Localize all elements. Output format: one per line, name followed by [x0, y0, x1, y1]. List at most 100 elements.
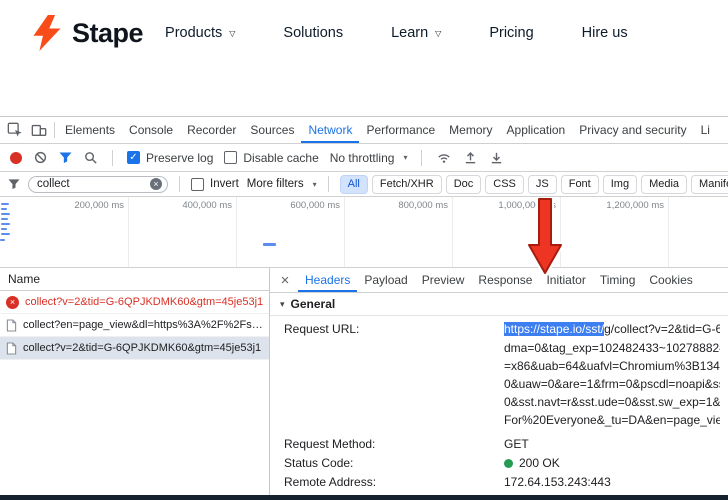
status-code-text: 200 OK [519, 456, 560, 470]
site-header: Stape Products ▽ Solutions Learn ▽ Prici… [0, 0, 728, 66]
waterfall-activity-bar [1, 228, 7, 230]
request-url-line: https://stape.io/sst/g/collect?v=2&tid=G… [504, 322, 720, 336]
header-key: Status Code: [284, 456, 354, 470]
pill-js[interactable]: JS [527, 174, 557, 194]
time-tick: 800,000 ms [398, 200, 448, 211]
tab-performance[interactable]: Performance [359, 117, 442, 143]
tab-recorder[interactable]: Recorder [180, 117, 243, 143]
chevron-down-icon: ▽ [229, 28, 236, 38]
tab-console[interactable]: Console [122, 117, 180, 143]
gridline [668, 197, 669, 267]
nav-item-products[interactable]: Products ▽ [165, 25, 235, 41]
disable-cache-control[interactable]: Disable cache [224, 150, 319, 165]
request-url-line: 0&uaw=0&are=1&frm=0&pscdl=noapi&sst.rt..… [504, 377, 720, 391]
divider [179, 176, 180, 192]
chevron-down-icon: ▽ [435, 28, 442, 38]
search-icon[interactable] [83, 150, 98, 165]
header-field-request-url: Request URL: https://stape.io/sst/g/coll… [284, 320, 720, 429]
devtools-panel: Elements Console Recorder Sources Networ… [0, 116, 728, 495]
inspect-element-icon[interactable] [3, 119, 27, 141]
invert-control[interactable]: Invert [191, 177, 239, 191]
nav-item-solutions[interactable]: Solutions [283, 25, 343, 41]
filter-input[interactable] [37, 178, 146, 190]
request-type-pills: All Fetch/XHR Doc CSS JS Font Img Media … [339, 174, 728, 194]
tab-privacy-security[interactable]: Privacy and security [572, 117, 693, 143]
nav-label: Learn [391, 25, 429, 41]
request-row[interactable]: × collect?v=2&tid=G-6QPJKDMK60&gtm=45je5… [0, 291, 269, 314]
header-value: 172.64.153.243:443 [504, 475, 611, 489]
disable-cache-checkbox[interactable] [224, 151, 238, 164]
tab-lighthouse-partial[interactable]: Li [694, 117, 717, 143]
request-row-selected[interactable]: collect?v=2&tid=G-6QPJKDMK60&gtm=45je53j… [0, 337, 269, 360]
tab-memory[interactable]: Memory [442, 117, 499, 143]
tab-cookies[interactable]: Cookies [642, 268, 699, 292]
tab-payload[interactable]: Payload [357, 268, 414, 292]
pill-font[interactable]: Font [560, 174, 599, 194]
devtools-tab-strip: Elements Console Recorder Sources Networ… [0, 117, 728, 144]
tab-network[interactable]: Network [301, 117, 359, 143]
waterfall-activity-bar [1, 213, 10, 215]
stape-logo-icon[interactable] [30, 15, 64, 51]
time-tick: 1,200,000 ms [606, 200, 664, 211]
clear-icon[interactable] [33, 150, 48, 165]
nav-label: Pricing [489, 25, 534, 41]
tab-sources[interactable]: Sources [243, 117, 301, 143]
clear-filter-icon[interactable]: × [150, 178, 162, 190]
site-nav: Products ▽ Solutions Learn ▽ Pricing Hir… [165, 25, 628, 41]
throttling-dropdown[interactable]: No throttling ▾ [330, 151, 408, 165]
nav-item-pricing[interactable]: Pricing [489, 25, 533, 41]
tab-elements[interactable]: Elements [58, 117, 122, 143]
time-tick: 600,000 ms [290, 200, 340, 211]
waterfall-activity-bar [1, 223, 10, 225]
network-overview-timeline[interactable]: 200,000 ms 400,000 ms 600,000 ms 800,000… [0, 197, 728, 268]
invert-checkbox[interactable] [191, 177, 204, 191]
more-filters-dropdown[interactable]: More filters ▾ [247, 178, 317, 190]
filter-funnel-icon[interactable] [59, 151, 72, 164]
network-toolbar: Preserve log Disable cache No throttling… [0, 144, 728, 172]
pill-media[interactable]: Media [641, 174, 688, 194]
tab-timing[interactable]: Timing [593, 268, 643, 292]
close-icon[interactable]: × [278, 272, 292, 289]
pill-doc[interactable]: Doc [445, 174, 482, 194]
network-main-area: Name × collect?v=2&tid=G-6QPJKDMK60&gtm=… [0, 268, 728, 495]
device-toolbar-icon[interactable] [27, 119, 51, 141]
record-icon[interactable] [10, 151, 22, 164]
divider [112, 149, 113, 166]
pill-manifest[interactable]: Manifest [691, 174, 728, 194]
page-section-dark-strip [0, 495, 728, 500]
nav-item-hire-us[interactable]: Hire us [582, 25, 628, 41]
tab-headers[interactable]: Headers [298, 268, 357, 292]
network-conditions-icon[interactable] [436, 151, 452, 165]
green-status-dot-icon [504, 459, 513, 468]
import-har-icon[interactable] [463, 150, 478, 165]
time-tick: 200,000 ms [74, 200, 124, 211]
pill-css[interactable]: CSS [485, 174, 524, 194]
pill-img[interactable]: Img [602, 174, 638, 194]
preserve-log-checkbox[interactable] [127, 151, 140, 164]
filter-text-box[interactable]: × [28, 175, 168, 193]
header-key: Request Method: [284, 437, 376, 451]
pill-fetch-xhr[interactable]: Fetch/XHR [371, 174, 442, 194]
waterfall-activity-bar [263, 243, 276, 246]
document-icon [6, 318, 17, 332]
export-har-icon[interactable] [489, 150, 504, 165]
request-url-line: 0&sst.navt=r&sst.ude=0&sst.sw_exp=1&_s=1… [504, 395, 720, 409]
disable-cache-label: Disable cache [243, 150, 319, 165]
chevron-down-icon: ▾ [403, 153, 408, 162]
request-row[interactable]: collect?en=page_view&dl=https%3A%2F%2Fst… [0, 314, 269, 337]
general-section-header[interactable]: ▾ General [270, 293, 728, 316]
details-tab-strip: × Headers Payload Preview Response Initi… [270, 268, 728, 293]
chevron-down-icon: ▾ [312, 179, 317, 189]
screenshot-root: Stape Products ▽ Solutions Learn ▽ Prici… [0, 0, 728, 500]
header-field-status-code: Status Code: 200 OK [284, 454, 720, 473]
tab-application[interactable]: Application [500, 117, 573, 143]
name-column-header[interactable]: Name [0, 268, 269, 291]
nav-item-learn[interactable]: Learn ▽ [391, 25, 441, 41]
brand-name[interactable]: Stape [72, 18, 144, 49]
pill-all[interactable]: All [339, 174, 368, 194]
tab-preview[interactable]: Preview [415, 268, 472, 292]
error-circle-icon: × [6, 295, 19, 309]
general-section-title: General [290, 297, 336, 311]
gridline [128, 197, 129, 267]
preserve-log-control[interactable]: Preserve log [127, 151, 213, 165]
